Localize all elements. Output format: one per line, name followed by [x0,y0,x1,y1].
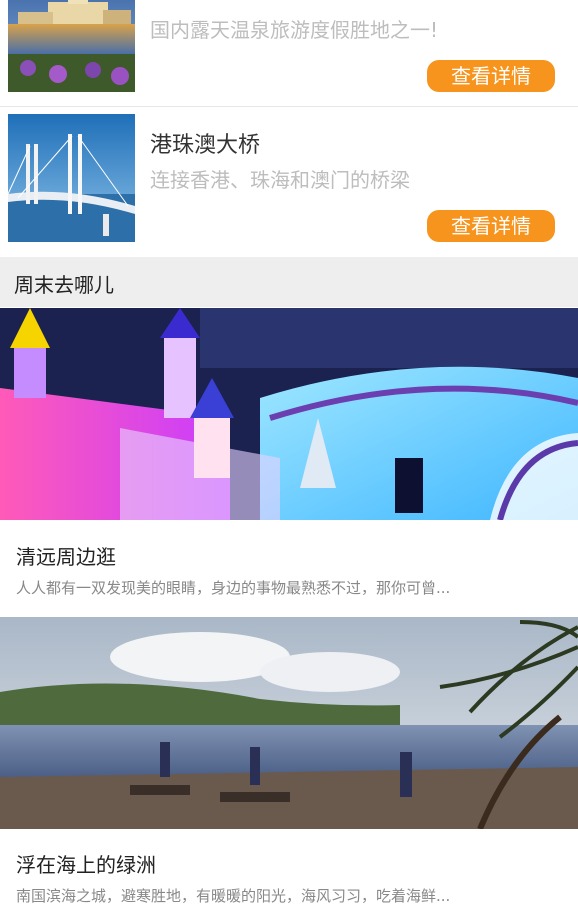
post-title[interactable]: 浮在海上的绿洲 [16,849,156,878]
post-description: 人人都有一双发现美的眼睛，身边的事物最熟悉不过，那你可曾... [16,579,451,597]
list-item: 港珠澳大桥 连接香港、珠海和澳门的桥梁 查看详情 [0,107,578,257]
item-description: 国内露天温泉旅游度假胜地之一! [150,18,439,42]
list-item: 国内露天温泉旅游度假胜地之一! 查看详情 [0,0,578,106]
section-header: 周末去哪儿 [0,257,578,307]
item-title: 港珠澳大桥 [150,133,261,158]
hotel-thumbnail[interactable] [8,0,135,92]
view-details-button[interactable]: 查看详情 [427,210,555,242]
post-title[interactable]: 清远周边逛 [16,541,116,570]
seaside-banner[interactable] [0,617,578,829]
section-title: 周末去哪儿 [14,273,114,297]
item-description: 连接香港、珠海和澳门的桥梁 [150,168,410,192]
ice-castle-banner[interactable] [0,308,578,520]
bridge-thumbnail[interactable] [8,114,135,242]
post-description: 南国滨海之城，避寒胜地，有暖暖的阳光，海风习习，吃着海鲜... [16,887,451,905]
view-details-button[interactable]: 查看详情 [427,60,555,92]
